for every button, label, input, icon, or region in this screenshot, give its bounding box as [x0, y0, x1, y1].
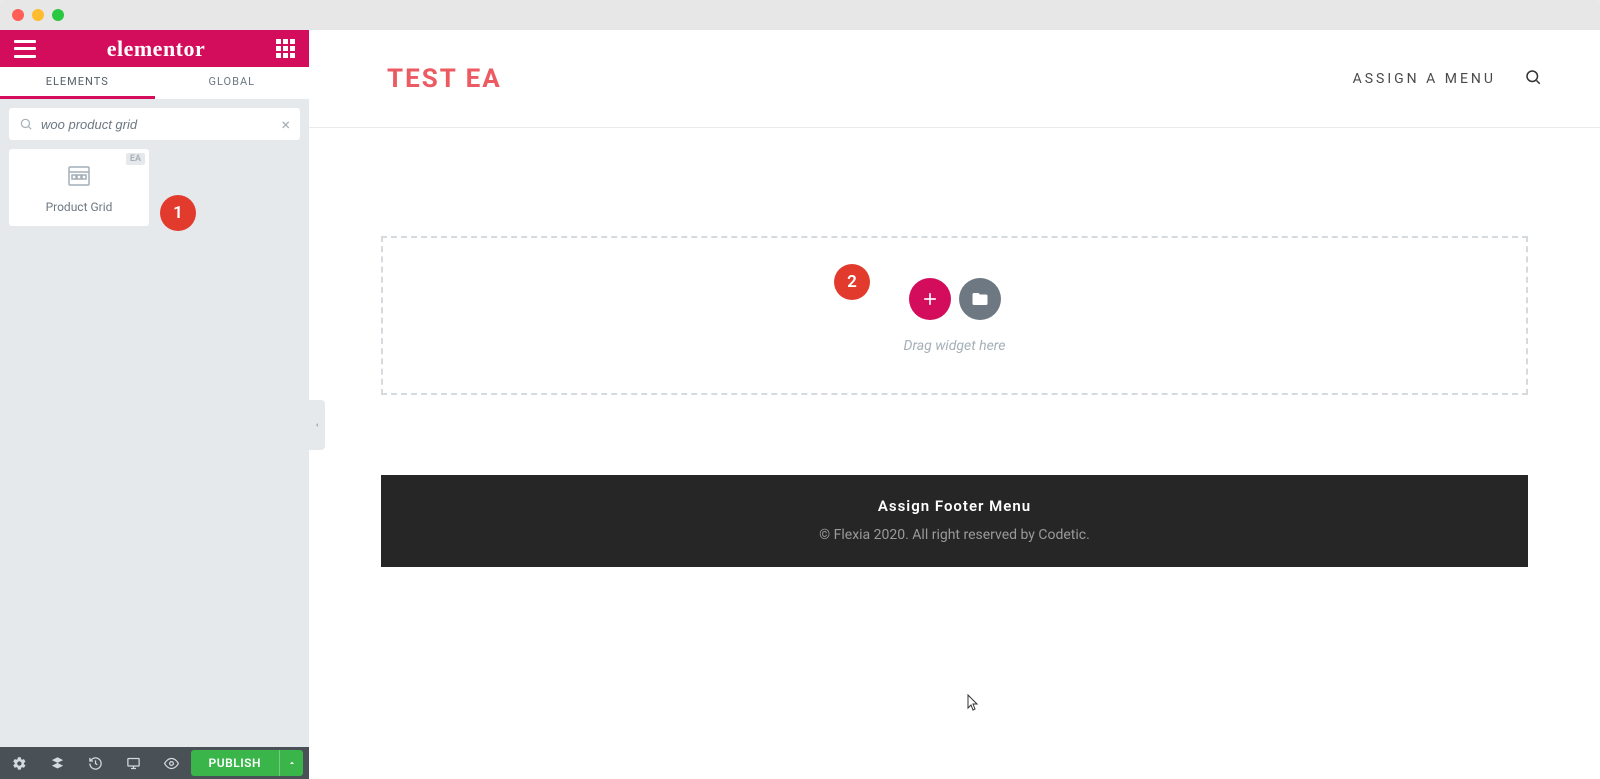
- clear-search-icon[interactable]: ×: [281, 115, 290, 134]
- footer-copyright: © Flexia 2020. All right reserved by Cod…: [381, 527, 1528, 543]
- search-box: ×: [9, 108, 300, 140]
- site-footer: Assign Footer Menu © Flexia 2020. All ri…: [381, 475, 1528, 567]
- preview-canvas: TEST EA ASSIGN A MENU Drag widget h: [309, 30, 1600, 779]
- window-minimize-dot[interactable]: [32, 9, 44, 21]
- apps-grid-icon[interactable]: [276, 39, 295, 58]
- section-dropzone[interactable]: Drag widget here 2: [381, 236, 1528, 395]
- responsive-button[interactable]: [114, 747, 152, 779]
- add-template-button[interactable]: [959, 278, 1001, 320]
- publish-button[interactable]: PUBLISH: [191, 750, 279, 776]
- folder-icon: [971, 290, 989, 308]
- search-icon: [19, 117, 33, 131]
- tab-elements[interactable]: ELEMENTS: [0, 67, 155, 99]
- window-chrome: [0, 0, 1600, 30]
- panel-tabs: ELEMENTS GLOBAL: [0, 67, 309, 99]
- cursor-icon: [966, 694, 980, 716]
- panel-header: elementor: [0, 30, 309, 67]
- preview-button[interactable]: [153, 747, 191, 779]
- menu-icon[interactable]: [14, 40, 36, 58]
- chevron-left-icon: [313, 419, 321, 431]
- plus-icon: [920, 289, 940, 309]
- brand-logo: elementor: [107, 36, 206, 62]
- widget-source-badge: EA: [126, 153, 145, 165]
- tab-global[interactable]: GLOBAL: [155, 67, 310, 99]
- widget-label: Product Grid: [46, 200, 113, 214]
- widget-search-input[interactable]: [33, 117, 281, 132]
- history-button[interactable]: [76, 747, 114, 779]
- assign-menu-link[interactable]: ASSIGN A MENU: [1353, 71, 1496, 87]
- footer-menu-link[interactable]: Assign Footer Menu: [381, 497, 1528, 515]
- dropzone-hint: Drag widget here: [904, 338, 1006, 354]
- panel-footer: PUBLISH: [0, 747, 309, 779]
- widget-product-grid[interactable]: EA Product Grid: [9, 149, 149, 226]
- editor-panel: elementor ELEMENTS GLOBAL × EA: [0, 30, 309, 779]
- caret-up-icon: [287, 758, 297, 768]
- settings-button[interactable]: [0, 747, 38, 779]
- add-section-button[interactable]: [909, 278, 951, 320]
- window-close-dot[interactable]: [12, 9, 24, 21]
- annotation-badge-1: 1: [160, 195, 196, 231]
- site-header: TEST EA ASSIGN A MENU: [309, 30, 1600, 128]
- panel-collapse-handle[interactable]: [309, 400, 325, 450]
- site-search-button[interactable]: [1524, 68, 1542, 90]
- annotation-badge-2: 2: [834, 264, 870, 300]
- window-zoom-dot[interactable]: [52, 9, 64, 21]
- publish-options-button[interactable]: [279, 750, 303, 776]
- site-title: TEST EA: [387, 64, 502, 94]
- search-icon: [1524, 68, 1542, 86]
- product-grid-icon: [67, 164, 91, 188]
- navigator-button[interactable]: [38, 747, 76, 779]
